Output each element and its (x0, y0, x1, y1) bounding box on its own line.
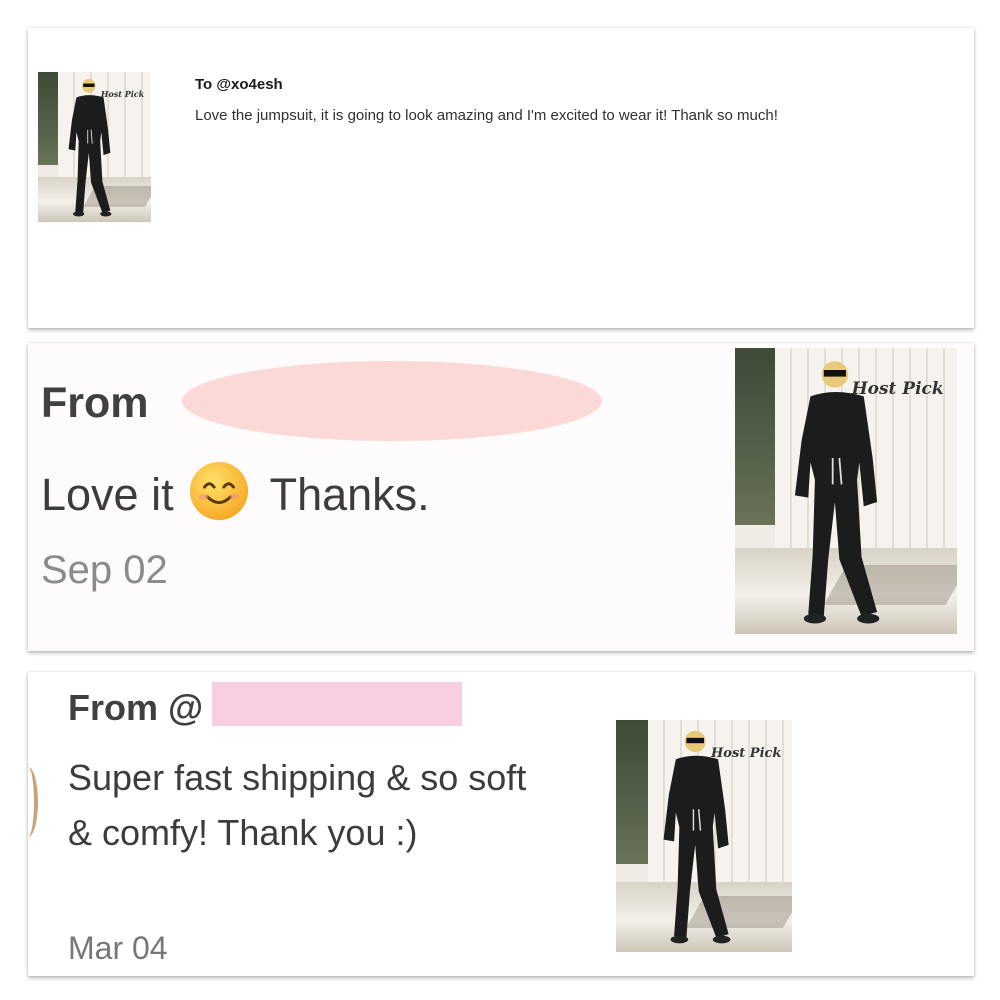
love-note-card-sent[interactable]: Host Pick To @xo4esh Love the jumpsuit, … (28, 28, 974, 328)
product-photo[interactable]: Host Pick (616, 720, 792, 952)
from-label: From (41, 379, 149, 427)
redacted-username (212, 682, 462, 726)
love-note-card-received-2[interactable]: From @ Super fast shipping & so soft & c… (28, 672, 974, 976)
product-photo[interactable]: Host Pick (38, 72, 151, 222)
note-message: Super fast shipping & so soft & comfy! T… (68, 757, 527, 853)
note-date: Mar 04 (68, 930, 168, 966)
avatar-edge (28, 767, 38, 837)
note-message: Love it Thanks. (41, 460, 430, 522)
smiling-face-icon (189, 461, 248, 521)
from-label: From @ (68, 687, 204, 728)
note-message: Love the jumpsuit, it is going to look a… (195, 107, 778, 124)
love-note-card-received[interactable]: From Love it Thanks. Sep 02 Host Pick (28, 343, 974, 651)
photo-watermark: Host Pick (711, 745, 782, 761)
message-text-thanks: Thanks. (269, 469, 430, 520)
redacted-username (182, 361, 602, 441)
note-date: Sep 02 (41, 548, 168, 592)
product-photo[interactable]: Host Pick (735, 348, 957, 634)
photo-watermark: Host Pick (851, 379, 944, 400)
message-text: Love it (41, 469, 174, 520)
photo-watermark: Host Pick (100, 88, 145, 99)
note-recipient[interactable]: To @xo4esh (195, 76, 283, 93)
